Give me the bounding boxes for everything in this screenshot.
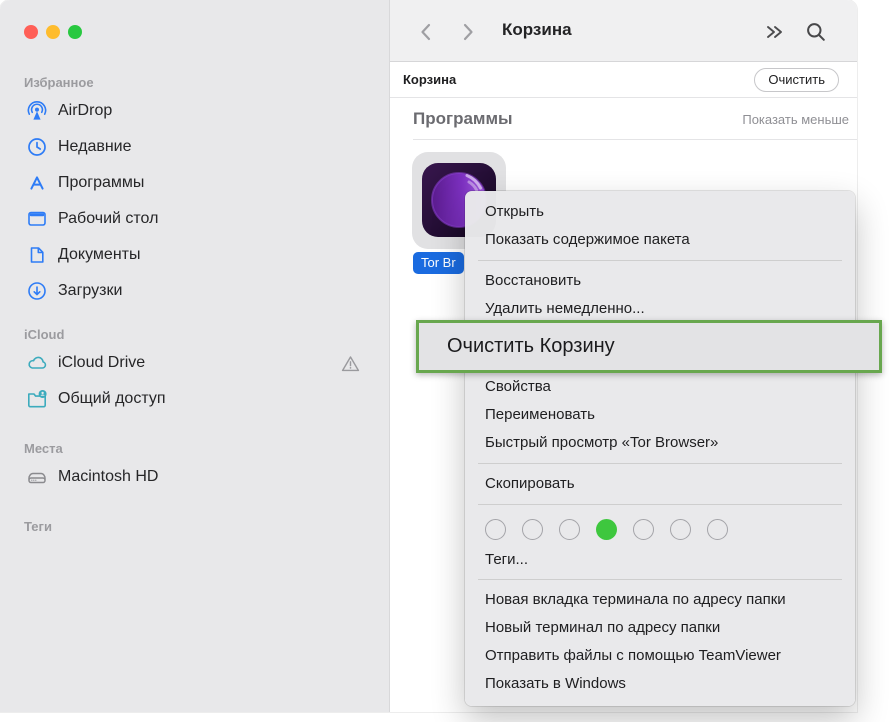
menu-item-show-package-contents[interactable]: Показать содержимое пакета: [465, 226, 855, 254]
sidebar-item-airdrop[interactable]: AirDrop: [0, 93, 389, 129]
tag-color-6[interactable]: [670, 519, 691, 540]
shared-folder-icon: [26, 388, 48, 410]
menu-item-get-info[interactable]: Свойства: [465, 373, 855, 401]
sidebar-item-downloads[interactable]: Загрузки: [0, 273, 389, 309]
menu-item-empty-trash[interactable]: Очистить Корзину: [447, 335, 615, 358]
tag-color-2[interactable]: [522, 519, 543, 540]
sidebar-item-label: AirDrop: [58, 102, 112, 120]
sidebar-item-desktop[interactable]: Рабочий стол: [0, 201, 389, 237]
search-icon[interactable]: [805, 20, 827, 44]
menu-item-tags[interactable]: Теги...: [465, 547, 855, 573]
sidebar-item-label: Macintosh HD: [58, 468, 158, 486]
tag-color-selected[interactable]: [596, 519, 617, 540]
sidebar-item-recents[interactable]: Недавние: [0, 129, 389, 165]
menu-item-open[interactable]: Открыть: [465, 198, 855, 226]
sidebar-item-label: Загрузки: [58, 282, 122, 300]
desktop-icon: [26, 208, 48, 230]
sidebar-section-icloud: iCloud: [0, 325, 389, 345]
annotation-highlight-box: Очистить Корзину: [416, 320, 882, 373]
menu-separator: [478, 504, 842, 505]
more-toolbar-icon[interactable]: [764, 20, 786, 44]
sidebar-item-label: Программы: [58, 174, 144, 192]
appstore-icon: [26, 172, 48, 194]
sidebar-item-label: Общий доступ: [58, 390, 166, 408]
status-bar: Корзина Очистить: [390, 62, 857, 98]
menu-item-show-in-windows[interactable]: Показать в Windows: [465, 670, 855, 698]
sidebar: Избранное AirDrop: [0, 0, 390, 712]
traffic-light-minimize[interactable]: [46, 25, 60, 39]
sidebar-item-label: Документы: [58, 246, 140, 264]
file-name-label[interactable]: Tor Br: [413, 252, 464, 274]
sidebar-item-applications[interactable]: Программы: [0, 165, 389, 201]
download-icon: [26, 280, 48, 302]
menu-item-rename[interactable]: Переименовать: [465, 401, 855, 429]
tag-color-1[interactable]: [485, 519, 506, 540]
menu-item-new-terminal[interactable]: Новый терминал по адресу папки: [465, 614, 855, 642]
menu-item-quick-look[interactable]: Быстрый просмотр «Tor Browser»: [465, 429, 855, 457]
window-controls: [24, 25, 389, 39]
traffic-light-zoom[interactable]: [68, 25, 82, 39]
airdrop-icon: [26, 100, 48, 122]
sidebar-section-locations: Места: [0, 439, 389, 459]
location-label: Корзина: [403, 72, 456, 87]
sidebar-section-tags: Теги: [0, 517, 389, 537]
menu-separator: [478, 463, 842, 464]
sidebar-item-label: Недавние: [58, 138, 132, 156]
menu-item-new-terminal-tab[interactable]: Новая вкладка терминала по адресу папки: [465, 586, 855, 614]
menu-item-teamviewer-send[interactable]: Отправить файлы с помощью TeamViewer: [465, 642, 855, 670]
menu-item-copy[interactable]: Скопировать: [465, 470, 855, 498]
menu-item-delete-immediately[interactable]: Удалить немедленно...: [465, 295, 855, 323]
menu-separator: [478, 260, 842, 261]
toolbar: Корзина: [390, 0, 857, 62]
traffic-light-close[interactable]: [24, 25, 38, 39]
tag-color-5[interactable]: [633, 519, 654, 540]
empty-trash-button[interactable]: Очистить: [754, 68, 839, 92]
menu-item-put-back[interactable]: Восстановить: [465, 267, 855, 295]
sidebar-item-label: Рабочий стол: [58, 210, 158, 228]
show-less-link[interactable]: Показать меньше: [742, 112, 849, 127]
menu-separator: [478, 579, 842, 580]
forward-button[interactable]: [457, 20, 479, 44]
warning-icon[interactable]: [340, 353, 361, 374]
section-title: Программы: [413, 109, 513, 129]
window-title: Корзина: [502, 20, 572, 40]
sidebar-item-shared[interactable]: Общий доступ: [0, 381, 389, 417]
context-menu: Открыть Показать содержимое пакета Восст…: [465, 191, 855, 706]
sidebar-item-macintosh-hd[interactable]: Macintosh HD: [0, 459, 389, 495]
section-header: Программы Показать меньше: [390, 98, 857, 140]
harddrive-icon: [26, 466, 48, 488]
sidebar-item-label: iCloud Drive: [58, 354, 145, 372]
cloud-icon: [26, 352, 48, 374]
sidebar-item-documents[interactable]: Документы: [0, 237, 389, 273]
clock-icon: [26, 136, 48, 158]
back-button[interactable]: [414, 20, 436, 44]
menu-tag-colors: [465, 511, 855, 547]
tag-color-3[interactable]: [559, 519, 580, 540]
document-icon: [26, 244, 48, 266]
sidebar-item-icloud-drive[interactable]: iCloud Drive: [0, 345, 389, 381]
sidebar-section-favorites: Избранное: [0, 73, 389, 93]
tag-color-7[interactable]: [707, 519, 728, 540]
